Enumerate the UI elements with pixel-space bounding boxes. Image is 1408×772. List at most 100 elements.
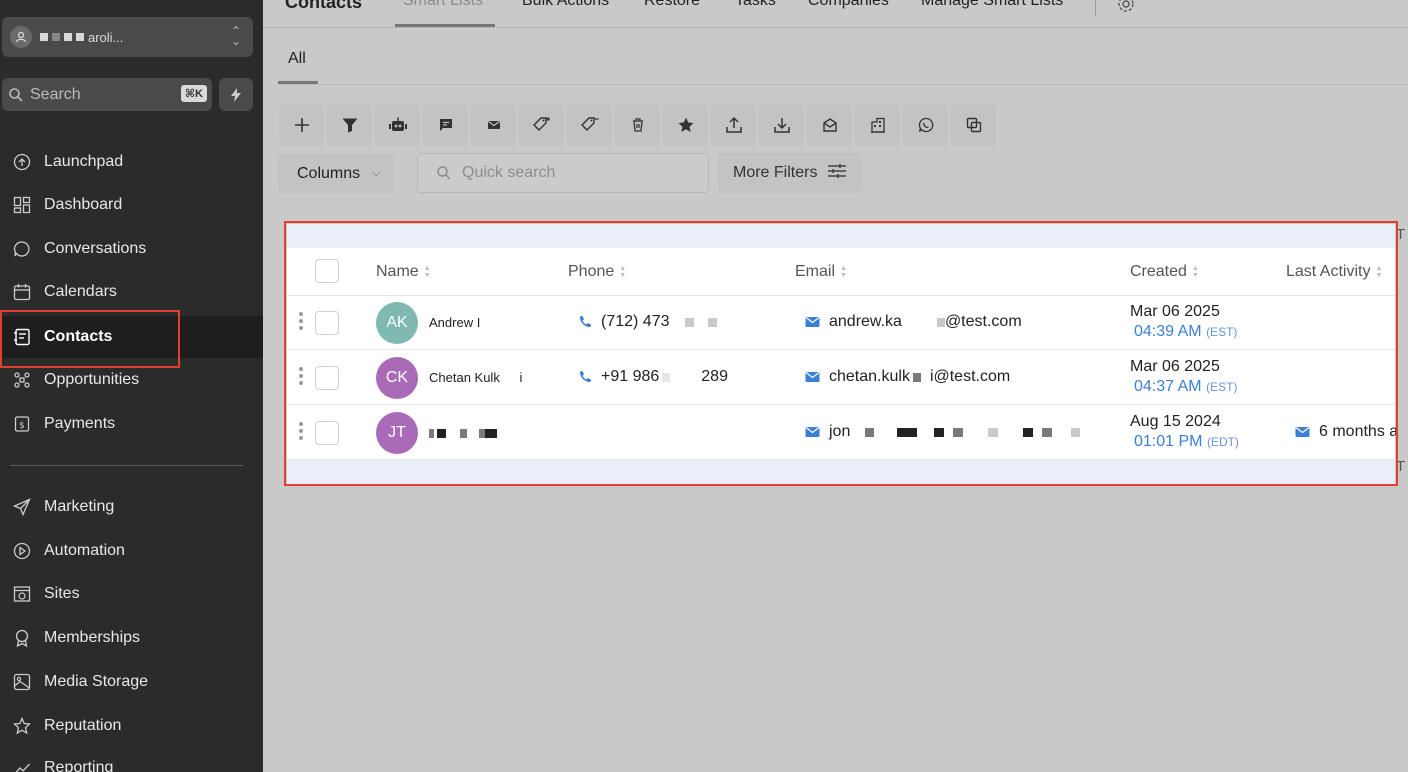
quick-action-button[interactable] [219,78,253,111]
mail-open-icon [822,118,837,132]
action-toolbar [279,104,996,146]
whatsapp-icon [918,117,933,133]
chat-bubble-icon [11,238,33,260]
add-contact-button[interactable] [279,104,324,146]
download-icon [773,118,790,133]
active-tab-indicator [395,24,495,27]
automation-button[interactable] [375,104,420,146]
sms-button[interactable] [423,104,468,146]
tab-smart-lists[interactable]: Smart Lists [403,0,483,10]
send-icon [11,496,33,518]
page-title: Contacts [285,0,363,12]
sidebar-item-marketing[interactable]: Marketing [0,487,263,527]
sidebar-item-label: Reporting [44,759,114,772]
sidebar-item-label: Media Storage [44,673,149,690]
contacts-highlight-box [0,310,180,368]
user-icon [10,26,32,48]
search-shortcut: ⌘K [180,85,207,102]
robot-icon [388,117,407,131]
dashboard-icon [11,194,33,216]
plus-icon [294,118,309,132]
sidebar-item-label: Launchpad [44,153,124,170]
account-switcher[interactable]: aroli... ⌃ ⌄ [2,17,253,57]
more-filters-label: More Filters [733,164,818,181]
copy-icon [966,117,981,133]
add-tag-button[interactable] [519,104,564,146]
quick-search-box [417,153,709,193]
upload-icon [725,116,742,133]
search-icon [437,166,451,180]
sidebar-item-calendars[interactable]: Calendars [0,272,263,312]
tab-manage-smart-lists[interactable]: Manage Smart Lists [921,0,1063,10]
sidebar-item-label: Dashboard [44,196,123,213]
export-button[interactable] [711,104,756,146]
sidebar-item-label: Opportunities [44,371,140,388]
search-box[interactable]: Search ⌘K [2,78,212,111]
tab-companies[interactable]: Companies [808,0,889,10]
sidebar: aroli... ⌃ ⌄ Search ⌘K Launchpad Dashboar… [0,0,263,772]
search-label: Search [30,85,81,103]
sidebar-item-label: Reputation [44,717,122,734]
sidebar-item-reporting[interactable]: Reporting [0,748,263,772]
tag-plus-icon [532,117,550,131]
columns-label: Columns [297,164,361,182]
more-filters-button[interactable]: More Filters [718,153,861,193]
sidebar-divider [10,465,243,466]
mail-icon [487,121,500,129]
table-highlight-box [284,221,1398,486]
star-icon [11,715,33,737]
tag-minus-icon [580,117,598,131]
review-button[interactable] [663,104,708,146]
filter-icon [342,118,357,133]
badge-icon [11,627,33,649]
email-button[interactable] [471,104,516,146]
trash-icon [632,118,643,132]
sidebar-item-media-storage[interactable]: Media Storage [0,662,263,702]
email-verify-button[interactable] [807,104,852,146]
nav-separator [1095,0,1096,16]
subtab-border [278,84,1408,85]
sidebar-item-label: Automation [44,542,125,559]
sidebar-item-label: Conversations [44,240,147,257]
globe-icon [11,583,33,605]
search-icon [9,87,23,102]
building-icon [870,117,885,133]
opportunities-icon [11,369,33,391]
whatsapp-button[interactable] [903,104,948,146]
account-name-text: aroli... [88,29,124,45]
delete-button[interactable] [615,104,660,146]
company-button[interactable] [855,104,900,146]
sidebar-item-label: Marketing [44,498,115,515]
sidebar-item-reputation[interactable]: Reputation [0,706,263,746]
merge-button[interactable] [951,104,996,146]
sidebar-item-label: Payments [44,415,116,432]
columns-dropdown[interactable]: Columns ⌵ [278,154,395,193]
calendar-icon [11,281,33,303]
sidebar-item-launchpad[interactable]: Launchpad [0,142,263,182]
message-icon [439,119,452,131]
sidebar-item-label: Memberships [44,629,141,646]
account-name: aroli... [40,30,123,45]
import-button[interactable] [759,104,804,146]
tab-bulk-actions[interactable]: Bulk Actions [522,0,609,10]
filter-button[interactable] [327,104,372,146]
quick-search-input[interactable] [462,164,682,182]
sidebar-item-sites[interactable]: Sites [0,574,263,614]
sidebar-item-payments[interactable]: $ Payments [0,404,263,444]
sidebar-item-memberships[interactable]: Memberships [0,618,263,658]
automation-icon [11,540,33,562]
sidebar-item-dashboard[interactable]: Dashboard [0,185,263,225]
sidebar-item-automation[interactable]: Automation [0,531,263,571]
star-filled-icon [678,117,693,132]
tab-tasks[interactable]: Tasks [735,0,776,10]
tab-restore[interactable]: Restore [644,0,700,10]
sidebar-item-label: Calendars [44,283,117,300]
subtab-all[interactable]: All [288,50,306,68]
payments-icon: $ [11,413,33,435]
chevron-updown-icon: ⌃ ⌄ [230,24,241,48]
sidebar-item-conversations[interactable]: Conversations [0,229,263,269]
chart-icon [11,757,33,772]
gear-icon[interactable] [1116,0,1136,19]
image-icon [11,671,33,693]
remove-tag-button[interactable] [567,104,612,146]
